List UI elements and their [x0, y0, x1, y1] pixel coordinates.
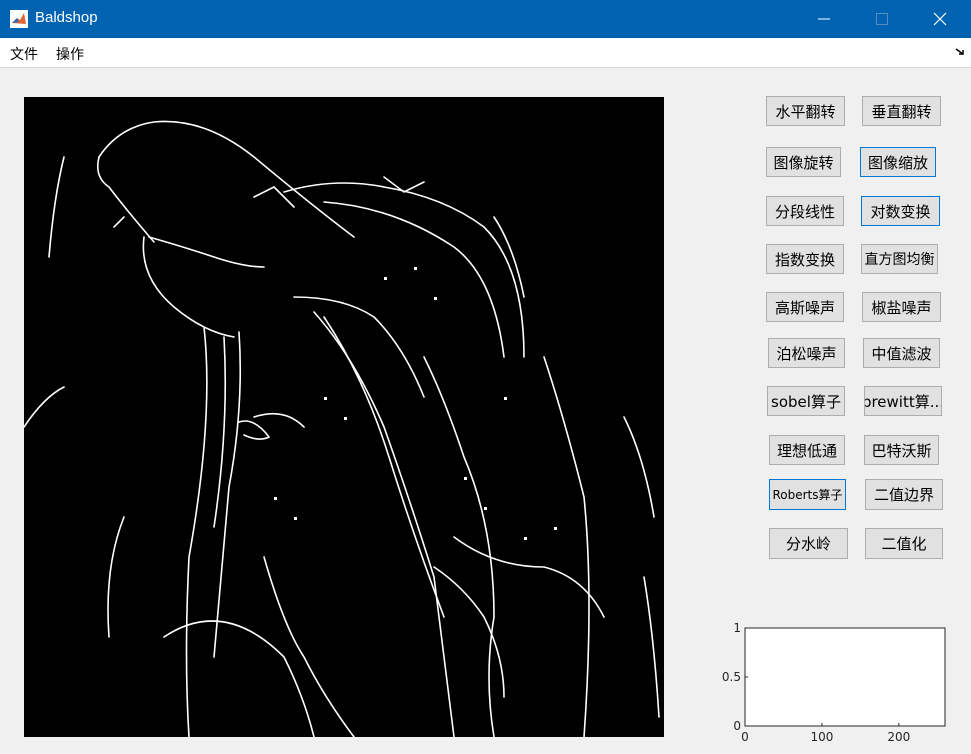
- x-tick-label: 200: [887, 730, 910, 744]
- piecewise-linear-button[interactable]: 分段线性: [766, 196, 844, 226]
- x-tick-label: 100: [810, 730, 833, 744]
- plot-area: [744, 627, 946, 727]
- matlab-logo-icon: [10, 10, 28, 28]
- log-transform-button[interactable]: 对数变换: [861, 196, 940, 226]
- title-bar: Baldshop: [0, 0, 971, 38]
- close-icon: [933, 12, 947, 26]
- maximize-icon: [876, 13, 888, 25]
- exp-transform-button[interactable]: 指数变换: [766, 244, 844, 274]
- maximize-button[interactable]: [853, 0, 911, 38]
- edge-image: [23, 120, 660, 738]
- close-button[interactable]: [911, 0, 969, 38]
- dock-arrow-icon[interactable]: [955, 46, 965, 56]
- sobel-operator-button[interactable]: sobel算子: [767, 386, 845, 416]
- image-display: [23, 97, 664, 738]
- salt-pepper-noise-button[interactable]: 椒盐噪声: [862, 292, 941, 322]
- menu-operations[interactable]: 操作: [56, 44, 84, 64]
- minimize-button[interactable]: [795, 0, 853, 38]
- gaussian-noise-button[interactable]: 高斯噪声: [766, 292, 844, 322]
- menu-file[interactable]: 文件: [10, 44, 38, 64]
- median-filter-button[interactable]: 中值滤波: [863, 338, 940, 368]
- binary-boundary-button[interactable]: 二值边界: [865, 479, 943, 510]
- y-tick-label: 0: [733, 719, 741, 733]
- image-scale-button[interactable]: 图像缩放: [860, 147, 936, 177]
- x-tick-label: 0: [741, 730, 749, 744]
- window-title: Baldshop: [35, 9, 98, 26]
- horizontal-flip-button[interactable]: 水平翻转: [766, 96, 845, 126]
- histogram-equalization-button[interactable]: 直方图均衡: [861, 244, 938, 274]
- prewitt-operator-button[interactable]: prewitt算...: [864, 386, 942, 416]
- vertical-flip-button[interactable]: 垂直翻转: [862, 96, 941, 126]
- poisson-noise-button[interactable]: 泊松噪声: [768, 338, 845, 368]
- butterworth-button[interactable]: 巴特沃斯: [864, 435, 939, 465]
- image-rotate-button[interactable]: 图像旋转: [766, 147, 841, 177]
- ideal-lowpass-button[interactable]: 理想低通: [769, 435, 845, 465]
- y-tick-label: 0.5: [722, 670, 741, 684]
- binarize-button[interactable]: 二值化: [865, 528, 943, 559]
- menu-bar: 文件 操作: [0, 38, 971, 68]
- histogram-axes: 0 100 200 0 0.5 1: [722, 622, 946, 744]
- watershed-button[interactable]: 分水岭: [769, 528, 848, 559]
- minimize-icon: [818, 18, 830, 20]
- roberts-operator-button[interactable]: Roberts算子: [769, 479, 846, 510]
- y-tick-label: 1: [733, 622, 741, 635]
